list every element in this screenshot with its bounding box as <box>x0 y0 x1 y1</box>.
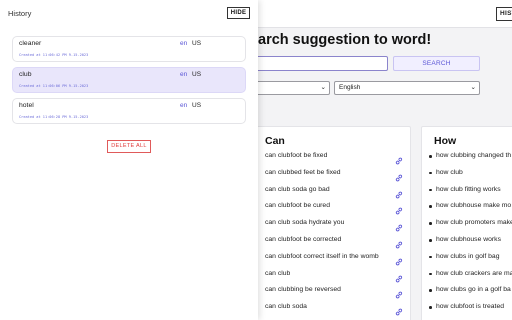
language-select[interactable]: English ⌄ <box>334 81 480 95</box>
suggestion-item[interactable]: can clubbing be reversed <box>265 286 341 293</box>
suggestion-item[interactable]: how club <box>436 169 463 176</box>
history-word: hotel <box>19 102 34 109</box>
suggestion-item[interactable]: how clubfoot is treated <box>436 303 504 310</box>
chevron-down-icon: ⌄ <box>320 84 326 91</box>
list-bullet <box>429 222 432 225</box>
list-bullet <box>429 239 432 242</box>
card-title: How <box>434 135 457 147</box>
history-language: en <box>180 40 188 47</box>
suggestion-item[interactable]: can club <box>265 270 290 277</box>
history-language: en <box>180 102 188 109</box>
suggestion-card-can: Can can clubfoot be fixed can clubbed fee… <box>240 126 411 320</box>
list-bullet <box>429 171 432 175</box>
suggestion-item[interactable]: how club crackers are ma <box>436 270 512 277</box>
list-bullet <box>429 155 432 158</box>
suggestion-item[interactable]: can clubbed feet be fixed <box>265 169 341 176</box>
link-icon[interactable] <box>395 169 403 182</box>
history-drawer: History HIDE cleaner en US Created at 11:06… <box>0 0 258 320</box>
history-created-at: Created at 11:06:42 PM 9-15-2023 <box>19 53 89 57</box>
suggestion-item[interactable]: how clubbing changed th <box>436 152 511 159</box>
suggestion-item[interactable]: how club promoters make <box>436 219 512 226</box>
list-bullet <box>429 205 432 208</box>
suggestion-item[interactable]: how clubhouse make mo <box>436 202 511 209</box>
history-country: US <box>192 71 202 78</box>
link-icon[interactable] <box>395 186 403 198</box>
hide-button[interactable]: HIDE <box>227 7 250 19</box>
link-icon[interactable] <box>395 303 403 316</box>
list-bullet <box>429 306 432 309</box>
link-icon[interactable] <box>395 236 403 249</box>
history-item[interactable]: cleaner en US Created at 11:06:42 PM 9-15-2… <box>12 36 246 62</box>
suggestion-item[interactable]: how clubs go in a golf ba <box>436 286 511 293</box>
suggestion-item[interactable]: can clubfoot be cured <box>265 202 330 209</box>
history-created-at: Created at 11:06:06 PM 9-15-2023 <box>19 84 89 88</box>
history-item[interactable]: hotel en US Created at 11:06:28 PM 9-15-202… <box>12 98 246 124</box>
history-country: US <box>192 102 202 109</box>
history-word: club <box>19 71 32 78</box>
history-created-at: Created at 11:06:28 PM 9-15-2023 <box>19 115 89 119</box>
link-icon[interactable] <box>395 219 403 232</box>
link-icon[interactable] <box>395 202 403 215</box>
list-bullet <box>429 272 432 276</box>
link-icon[interactable] <box>395 286 403 299</box>
suggestion-item[interactable]: can clubfoot correct itself in the womb <box>265 253 379 260</box>
suggestion-item[interactable]: can club soda hydrate you <box>265 219 344 226</box>
history-language: en <box>180 71 188 78</box>
suggestion-card-how: How how clubbing changed th how club how c… <box>421 126 512 320</box>
suggestion-item[interactable]: can club soda <box>265 303 307 310</box>
suggestion-item[interactable]: how club fitting works <box>436 186 501 193</box>
suggestion-item[interactable]: can clubfoot be corrected <box>265 236 341 243</box>
link-icon[interactable] <box>395 270 403 282</box>
history-button[interactable]: HIST <box>496 7 512 21</box>
history-item[interactable]: club en US Created at 11:06:06 PM 9-15-2023 <box>12 67 246 93</box>
chevron-down-icon: ⌄ <box>470 84 476 91</box>
language-select-value: English <box>339 84 361 91</box>
link-icon[interactable] <box>395 253 403 266</box>
link-icon[interactable] <box>395 152 403 165</box>
card-title: Can <box>265 135 285 147</box>
suggestion-item[interactable]: can clubfoot be fixed <box>265 152 327 159</box>
history-country: US <box>192 40 202 47</box>
list-bullet <box>429 289 432 292</box>
suggestion-item[interactable]: how clubs in golf bag <box>436 253 499 260</box>
history-word: cleaner <box>19 40 42 47</box>
page-title: arch suggestion to word! <box>258 32 432 48</box>
list-bullet <box>429 188 432 192</box>
search-input[interactable] <box>240 56 388 71</box>
list-bullet <box>429 255 432 259</box>
history-title: History <box>8 9 32 18</box>
suggestion-item[interactable]: how clubhouse works <box>436 236 501 243</box>
suggestion-item[interactable]: can club soda go bad <box>265 186 330 193</box>
search-button[interactable]: SEARCH <box>393 56 480 71</box>
delete-all-button[interactable]: DELETE ALL <box>107 140 151 153</box>
